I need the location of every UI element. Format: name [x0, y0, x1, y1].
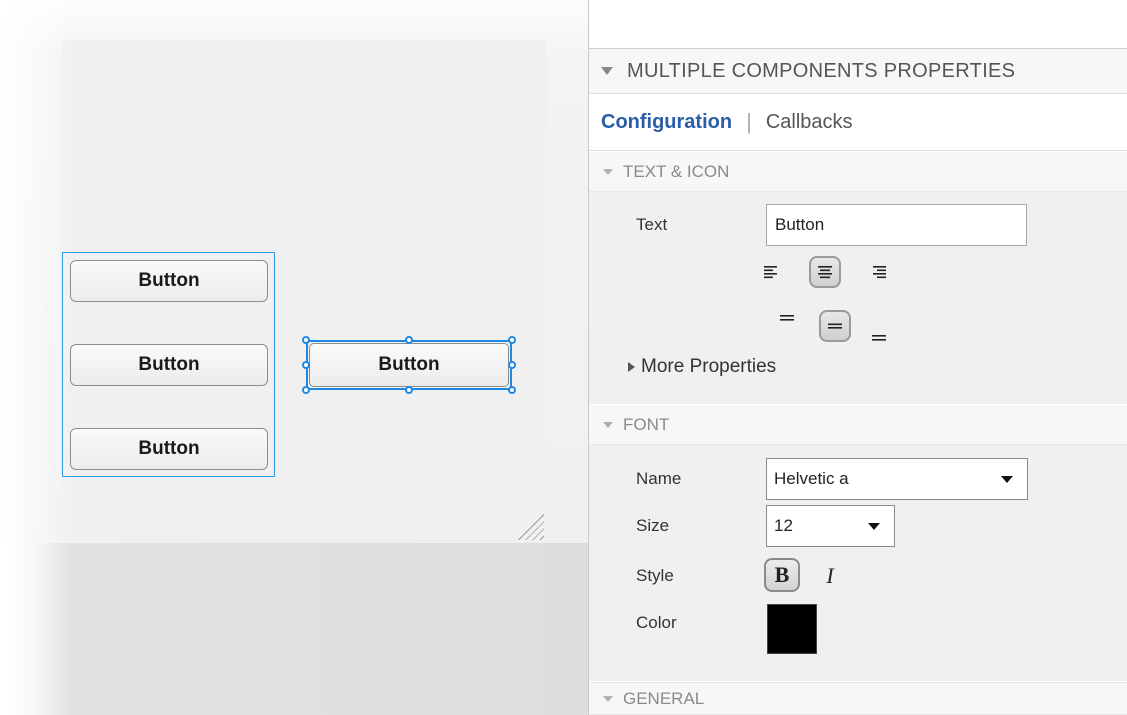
font-color-swatch[interactable] — [767, 604, 817, 654]
font-size-dropdown[interactable]: 12 — [766, 505, 895, 547]
align-middle-button[interactable] — [819, 310, 851, 342]
resize-handle-top-left[interactable] — [302, 336, 310, 344]
canvas-outside-area — [0, 543, 588, 715]
align-middle-icon — [828, 323, 842, 329]
expand-triangle-icon — [628, 362, 635, 372]
bold-button[interactable]: B — [764, 558, 800, 592]
group-button-2[interactable]: Button — [70, 344, 268, 386]
section-title: GENERAL — [623, 688, 705, 708]
font-style-label: Style — [636, 566, 674, 585]
align-bottom-button[interactable] — [863, 318, 895, 350]
selected-button-frame[interactable]: Button — [306, 340, 512, 390]
group-button-3[interactable]: Button — [70, 428, 268, 470]
resize-handle-left[interactable] — [302, 361, 310, 369]
font-name-label: Name — [636, 469, 682, 488]
font-color-label: Color — [636, 613, 677, 632]
tab-callbacks[interactable]: Callbacks — [766, 111, 853, 134]
group-button-1[interactable]: Button — [70, 260, 268, 302]
inspector-header[interactable]: MULTIPLE COMPONENTS PROPERTIES — [589, 48, 1127, 94]
resize-handle-top-right[interactable] — [508, 336, 516, 344]
more-properties-label: More Properties — [641, 356, 777, 377]
collapse-triangle-icon[interactable] — [603, 421, 613, 428]
collapse-triangle-icon[interactable] — [603, 168, 613, 175]
align-center-button[interactable] — [809, 256, 841, 288]
align-right-button[interactable] — [863, 256, 895, 288]
font-name-dropdown[interactable]: Helvetic a — [766, 458, 1028, 500]
resize-handle-right[interactable] — [508, 361, 516, 369]
collapse-triangle-icon[interactable] — [601, 67, 613, 75]
section-title: FONT — [623, 414, 670, 434]
align-center-icon — [818, 266, 832, 279]
align-top-button[interactable] — [771, 305, 803, 337]
resize-handle-bottom-right[interactable] — [508, 386, 516, 394]
selected-button[interactable]: Button — [309, 343, 509, 387]
section-header-text-icon[interactable]: TEXT & ICON — [589, 152, 1127, 192]
tab-configuration[interactable]: Configuration — [601, 111, 732, 134]
tab-separator: | — [746, 109, 752, 134]
resize-handle-bottom[interactable] — [405, 386, 413, 394]
resize-handle-top[interactable] — [405, 336, 413, 344]
chevron-down-icon — [1001, 476, 1013, 483]
section-title: TEXT & ICON — [623, 161, 730, 181]
align-top-icon — [780, 315, 794, 321]
italic-button[interactable]: I — [818, 561, 842, 591]
font-size-value: 12 — [774, 516, 793, 535]
text-input[interactable]: Button — [766, 204, 1027, 246]
resize-handle-bottom-left[interactable] — [302, 386, 310, 394]
inspector-title: MULTIPLE COMPONENTS PROPERTIES — [627, 59, 1016, 82]
align-bottom-icon — [872, 335, 886, 341]
text-label: Text — [636, 215, 668, 234]
collapse-triangle-icon[interactable] — [603, 695, 613, 702]
align-right-icon — [873, 266, 886, 279]
chevron-down-icon — [868, 523, 880, 530]
align-left-button[interactable] — [755, 256, 787, 288]
more-properties-toggle[interactable]: More Properties — [628, 356, 776, 378]
inspector-tabs: Configuration | Callbacks — [589, 94, 1127, 151]
font-name-value: Helvetic a — [774, 469, 849, 488]
section-header-font[interactable]: FONT — [589, 405, 1127, 445]
section-header-general[interactable]: GENERAL — [589, 682, 1127, 715]
align-left-icon — [764, 266, 777, 279]
font-size-label: Size — [636, 516, 670, 535]
